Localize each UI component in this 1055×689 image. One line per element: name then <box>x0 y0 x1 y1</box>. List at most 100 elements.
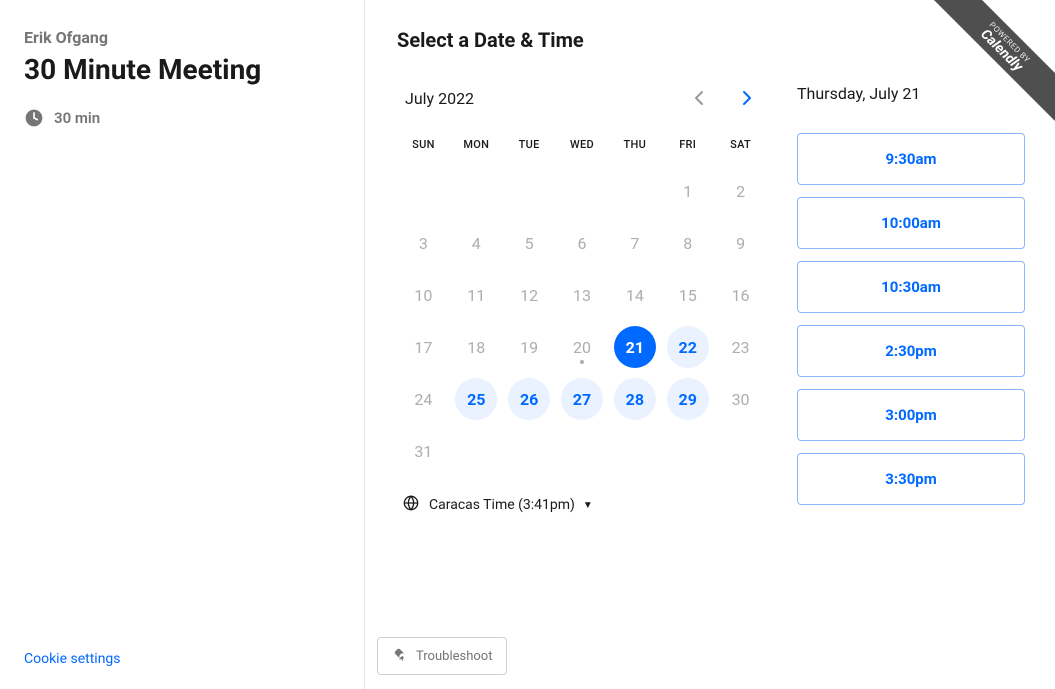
calendar-day[interactable]: 25 <box>455 378 497 420</box>
calendar-day: 11 <box>455 274 497 316</box>
calendar-cell: 21 <box>608 321 661 373</box>
troubleshoot-label: Troubleshoot <box>416 649 492 664</box>
calendar-cell: 31 <box>397 425 450 477</box>
calendar-cell: 26 <box>503 373 556 425</box>
next-month-button[interactable] <box>731 82 763 114</box>
calendar-day: 1 <box>667 170 709 212</box>
calendar-cell <box>608 165 661 217</box>
timeslot-button[interactable]: 9:30am <box>797 133 1025 185</box>
calendar-cell: 7 <box>608 217 661 269</box>
calendar-cell: 25 <box>450 373 503 425</box>
calendar-cell: 1 <box>661 165 714 217</box>
calendar-day[interactable]: 22 <box>667 326 709 368</box>
calendar-cell: 5 <box>503 217 556 269</box>
calendar-day: 9 <box>720 222 762 264</box>
selected-date-label: Thursday, July 21 <box>797 82 1025 103</box>
calendar-day: 3 <box>402 222 444 264</box>
calendar-day: 2 <box>720 170 762 212</box>
globe-icon <box>403 495 419 515</box>
timeslot-button[interactable]: 10:30am <box>797 261 1025 313</box>
chevron-left-icon <box>694 90 704 106</box>
timeslot-button[interactable]: 2:30pm <box>797 325 1025 377</box>
calendar-cell <box>450 425 503 477</box>
calendar-dow: FRI <box>661 128 714 165</box>
calendar-day: 10 <box>402 274 444 316</box>
calendar-cell: 13 <box>556 269 609 321</box>
calendar-cell: 6 <box>556 217 609 269</box>
calendar-cell: 9 <box>714 217 767 269</box>
sidebar: Erik Ofgang 30 Minute Meeting 30 min Coo… <box>0 0 365 689</box>
calendar-cell: 4 <box>450 217 503 269</box>
calendar-cell <box>503 425 556 477</box>
calendar-day[interactable]: 21 <box>614 326 656 368</box>
calendar-cell: 29 <box>661 373 714 425</box>
calendar-day[interactable]: 27 <box>561 378 603 420</box>
calendar-day: 23 <box>720 326 762 368</box>
chevron-down-icon: ▼ <box>583 500 593 511</box>
calendar-cell: 23 <box>714 321 767 373</box>
calendar-cell: 19 <box>503 321 556 373</box>
prev-month-button[interactable] <box>683 82 715 114</box>
today-indicator <box>580 360 584 364</box>
timeslot-button[interactable]: 3:30pm <box>797 453 1025 505</box>
calendar-dow: TUE <box>503 128 556 165</box>
calendar-day: 20 <box>561 326 603 368</box>
calendar-day: 19 <box>508 326 550 368</box>
calendar-cell <box>556 165 609 217</box>
calendar-dow: MON <box>450 128 503 165</box>
calendar-cell <box>714 425 767 477</box>
calendar-cell: 10 <box>397 269 450 321</box>
calendar-cell: 11 <box>450 269 503 321</box>
calendar-dow: SAT <box>714 128 767 165</box>
calendar-cell: 28 <box>608 373 661 425</box>
calendar-cell <box>556 425 609 477</box>
calendar-cell <box>397 165 450 217</box>
timezone-label: Caracas Time (3:41pm) <box>429 497 575 513</box>
cookie-settings-link[interactable]: Cookie settings <box>24 651 121 667</box>
calendar-cell: 12 <box>503 269 556 321</box>
calendar-day: 4 <box>455 222 497 264</box>
calendar-cell <box>450 165 503 217</box>
calendar-cell: 17 <box>397 321 450 373</box>
calendar-cell: 3 <box>397 217 450 269</box>
calendar-cell: 24 <box>397 373 450 425</box>
calendar-cell <box>608 425 661 477</box>
calendar-dow: SUN <box>397 128 450 165</box>
calendar-day: 18 <box>455 326 497 368</box>
calendar-day: 24 <box>402 378 444 420</box>
timeslots-column: Thursday, July 21 9:30am 10:00am 10:30am 2:… <box>797 82 1025 517</box>
timeslot-button[interactable]: 10:00am <box>797 197 1025 249</box>
calendar-day: 16 <box>720 274 762 316</box>
calendar-day: 12 <box>508 274 550 316</box>
calendar-day: 13 <box>561 274 603 316</box>
calendar-dow: THU <box>608 128 661 165</box>
calendar-day: 5 <box>508 222 550 264</box>
wrench-icon <box>392 646 408 666</box>
troubleshoot-button[interactable]: Troubleshoot <box>377 637 507 675</box>
calendar-day: 30 <box>720 378 762 420</box>
timezone-selector[interactable]: Caracas Time (3:41pm) ▼ <box>397 495 767 515</box>
meeting-title: 30 Minute Meeting <box>24 53 334 86</box>
chevron-right-icon <box>742 90 752 106</box>
calendar-day: 6 <box>561 222 603 264</box>
calendar-cell: 14 <box>608 269 661 321</box>
calendar-month-label: July 2022 <box>405 89 474 108</box>
calendar-day: 8 <box>667 222 709 264</box>
calendar-day[interactable]: 29 <box>667 378 709 420</box>
calendar-day: 17 <box>402 326 444 368</box>
calendar-cell: 27 <box>556 373 609 425</box>
calendar-day: 14 <box>614 274 656 316</box>
calendar-day[interactable]: 28 <box>614 378 656 420</box>
calendar: July 2022 SUNMONTUEWEDTHUFRISAT123456789… <box>397 82 767 517</box>
calendar-cell: 8 <box>661 217 714 269</box>
calendar-day: 15 <box>667 274 709 316</box>
clock-icon <box>24 108 44 128</box>
calendar-cell: 16 <box>714 269 767 321</box>
calendar-cell: 20 <box>556 321 609 373</box>
timeslot-button[interactable]: 3:00pm <box>797 389 1025 441</box>
calendar-day: 7 <box>614 222 656 264</box>
calendar-cell: 18 <box>450 321 503 373</box>
calendar-cell: 22 <box>661 321 714 373</box>
calendar-day[interactable]: 26 <box>508 378 550 420</box>
page-title: Select a Date & Time <box>397 28 1025 52</box>
